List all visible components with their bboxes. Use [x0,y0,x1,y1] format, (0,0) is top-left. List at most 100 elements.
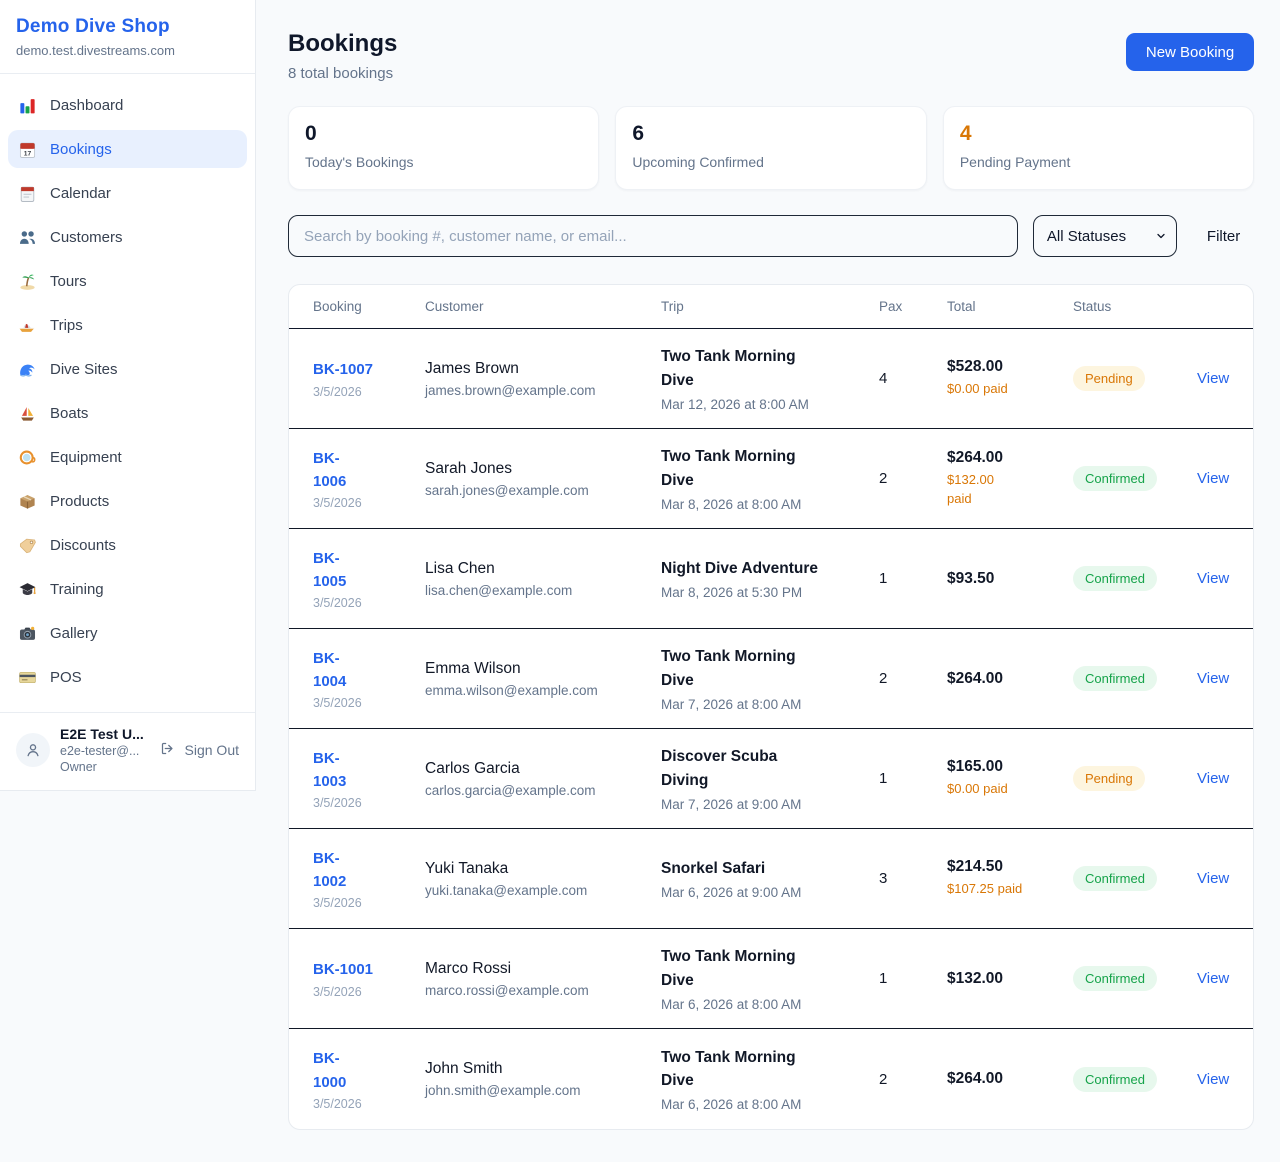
sidebar-item-products[interactable]: Products [8,482,247,520]
customer-name: Lisa Chen [425,560,661,578]
status-cell: Confirmed [1073,866,1197,891]
customer-cell: Yuki Tanaka yuki.tanaka@example.com [425,860,661,898]
booking-id-link[interactable]: BK- 1000 [313,1047,425,1094]
pax-value: 4 [879,370,947,387]
shop-domain: demo.test.divestreams.com [16,43,239,58]
view-link[interactable]: View [1197,370,1229,387]
view-link[interactable]: View [1197,970,1229,987]
status-badge: Confirmed [1073,466,1157,491]
booking-cell: BK- 1004 3/5/2026 [313,647,425,711]
booking-date: 3/5/2026 [313,796,425,810]
actions-cell: View [1197,370,1229,387]
sign-out-button[interactable]: Sign Out [160,741,239,760]
sidebar-item-label: Dashboard [50,97,123,114]
trips-speedboat-icon [18,316,37,335]
filter-row: All Statuses Filter [288,215,1254,257]
column-header-customer: Customer [425,299,661,314]
status-select[interactable]: All Statuses [1033,215,1177,257]
booking-id-link[interactable]: BK- 1002 [313,847,425,894]
sidebar: Demo Dive Shop demo.test.divestreams.com… [0,0,256,791]
user-email: e2e-tester@... [60,744,144,758]
total-cell: $214.50$107.25 paid [947,858,1073,898]
total-cell: $264.00$132.00 paid [947,449,1073,507]
gallery-camera-icon [18,624,37,643]
total-amount: $264.00 [947,1070,1073,1088]
sidebar-item-label: Tours [50,273,87,290]
customer-name: Carlos Garcia [425,760,661,778]
table-row: BK- 10003/5/2026John Smithjohn.smith@exa… [289,1029,1253,1129]
sidebar-item-tours[interactable]: Tours [8,262,247,300]
trip-time: Mar 6, 2026 at 8:00 AM [661,997,879,1012]
booking-id-link[interactable]: BK- 1005 [313,547,425,594]
view-link[interactable]: View [1197,570,1229,587]
booking-date: 3/5/2026 [313,696,425,710]
sidebar-item-label: Equipment [50,449,122,466]
sidebar-item-gallery[interactable]: Gallery [8,614,247,652]
table-row: BK- 10033/5/2026Carlos Garciacarlos.garc… [289,729,1253,829]
sidebar-item-pos[interactable]: POS [8,658,247,696]
products-box-icon [18,492,37,511]
customer-email: marco.rossi@example.com [425,983,661,998]
booking-cell: BK-1007 3/5/2026 [313,358,425,398]
stat-value: 6 [632,122,909,146]
customer-name: Sarah Jones [425,460,661,478]
sidebar-item-calendar[interactable]: Calendar [8,174,247,212]
shop-name[interactable]: Demo Dive Shop [16,16,239,38]
customer-cell: James Brownjames.brown@example.com [425,360,661,398]
trip-time: Mar 7, 2026 at 9:00 AM [661,797,879,812]
booking-id-link[interactable]: BK-1001 [313,958,425,981]
sidebar-item-discounts[interactable]: Discounts [8,526,247,564]
stat-card-today-s-bookings: 0 Today's Bookings [288,106,599,190]
booking-date: 3/5/2026 [313,385,425,399]
customer-name: Yuki Tanaka [425,860,661,878]
stat-label: Upcoming Confirmed [632,154,909,170]
view-link[interactable]: View [1197,1071,1229,1088]
trip-cell: Two Tank Morning DiveMar 7, 2026 at 8:00… [661,645,879,712]
customer-cell: John Smithjohn.smith@example.com [425,1060,661,1098]
total-amount: $93.50 [947,570,1073,588]
paid-amount: $0.00 paid [947,380,1073,398]
trip-name: Two Tank Morning Dive [661,645,879,692]
view-link[interactable]: View [1197,870,1229,887]
table-body: BK-10073/5/2026James Brownjames.brown@ex… [289,329,1253,1129]
booking-id-link[interactable]: BK- 1006 [313,447,425,494]
pax-value: 1 [879,570,947,587]
booking-id-link[interactable]: BK-1007 [313,358,425,381]
sidebar-item-trips[interactable]: Trips [8,306,247,344]
stat-label: Today's Bookings [305,154,582,170]
search-input[interactable] [288,215,1018,257]
view-link[interactable]: View [1197,670,1229,687]
sidebar-item-customers[interactable]: Customers [8,218,247,256]
trip-cell: Two Tank Morning DiveMar 12, 2026 at 8:0… [661,345,879,412]
new-booking-button[interactable]: New Booking [1126,33,1254,71]
view-link[interactable]: View [1197,770,1229,787]
trip-cell: Snorkel SafariMar 6, 2026 at 9:00 AM [661,857,879,900]
booking-date: 3/5/2026 [313,496,425,510]
sidebar-item-training[interactable]: Training [8,570,247,608]
booking-id-link[interactable]: BK- 1004 [313,647,425,694]
sidebar-item-dive-sites[interactable]: Dive Sites [8,350,247,388]
sidebar-item-boats[interactable]: Boats [8,394,247,432]
view-link[interactable]: View [1197,470,1229,487]
customer-email: yuki.tanaka@example.com [425,883,661,898]
sidebar-item-bookings[interactable]: 17Bookings [8,130,247,168]
booking-id-link[interactable]: BK- 1003 [313,747,425,794]
total-amount: $165.00 [947,758,1073,776]
paid-amount: $0.00 paid [947,780,1073,798]
pax-value: 2 [879,470,947,487]
filter-button[interactable]: Filter [1207,228,1240,245]
sign-out-icon [160,741,179,760]
dive-sites-wave-icon [18,360,37,379]
training-cap-icon [18,580,37,599]
stat-value: 0 [305,122,582,146]
trip-name: Two Tank Morning Dive [661,445,879,492]
status-cell: Pending [1073,366,1197,391]
sidebar-item-dashboard[interactable]: Dashboard [8,86,247,124]
sidebar-item-label: Dive Sites [50,361,118,378]
trip-name: Two Tank Morning Dive [661,1046,879,1093]
total-amount: $528.00 [947,358,1073,376]
table-row: BK- 10043/5/2026Emma Wilsonemma.wilson@e… [289,629,1253,729]
sidebar-item-equipment[interactable]: Equipment [8,438,247,476]
trip-cell: Night Dive AdventureMar 8, 2026 at 5:30 … [661,557,879,600]
total-amount: $264.00 [947,449,1073,467]
